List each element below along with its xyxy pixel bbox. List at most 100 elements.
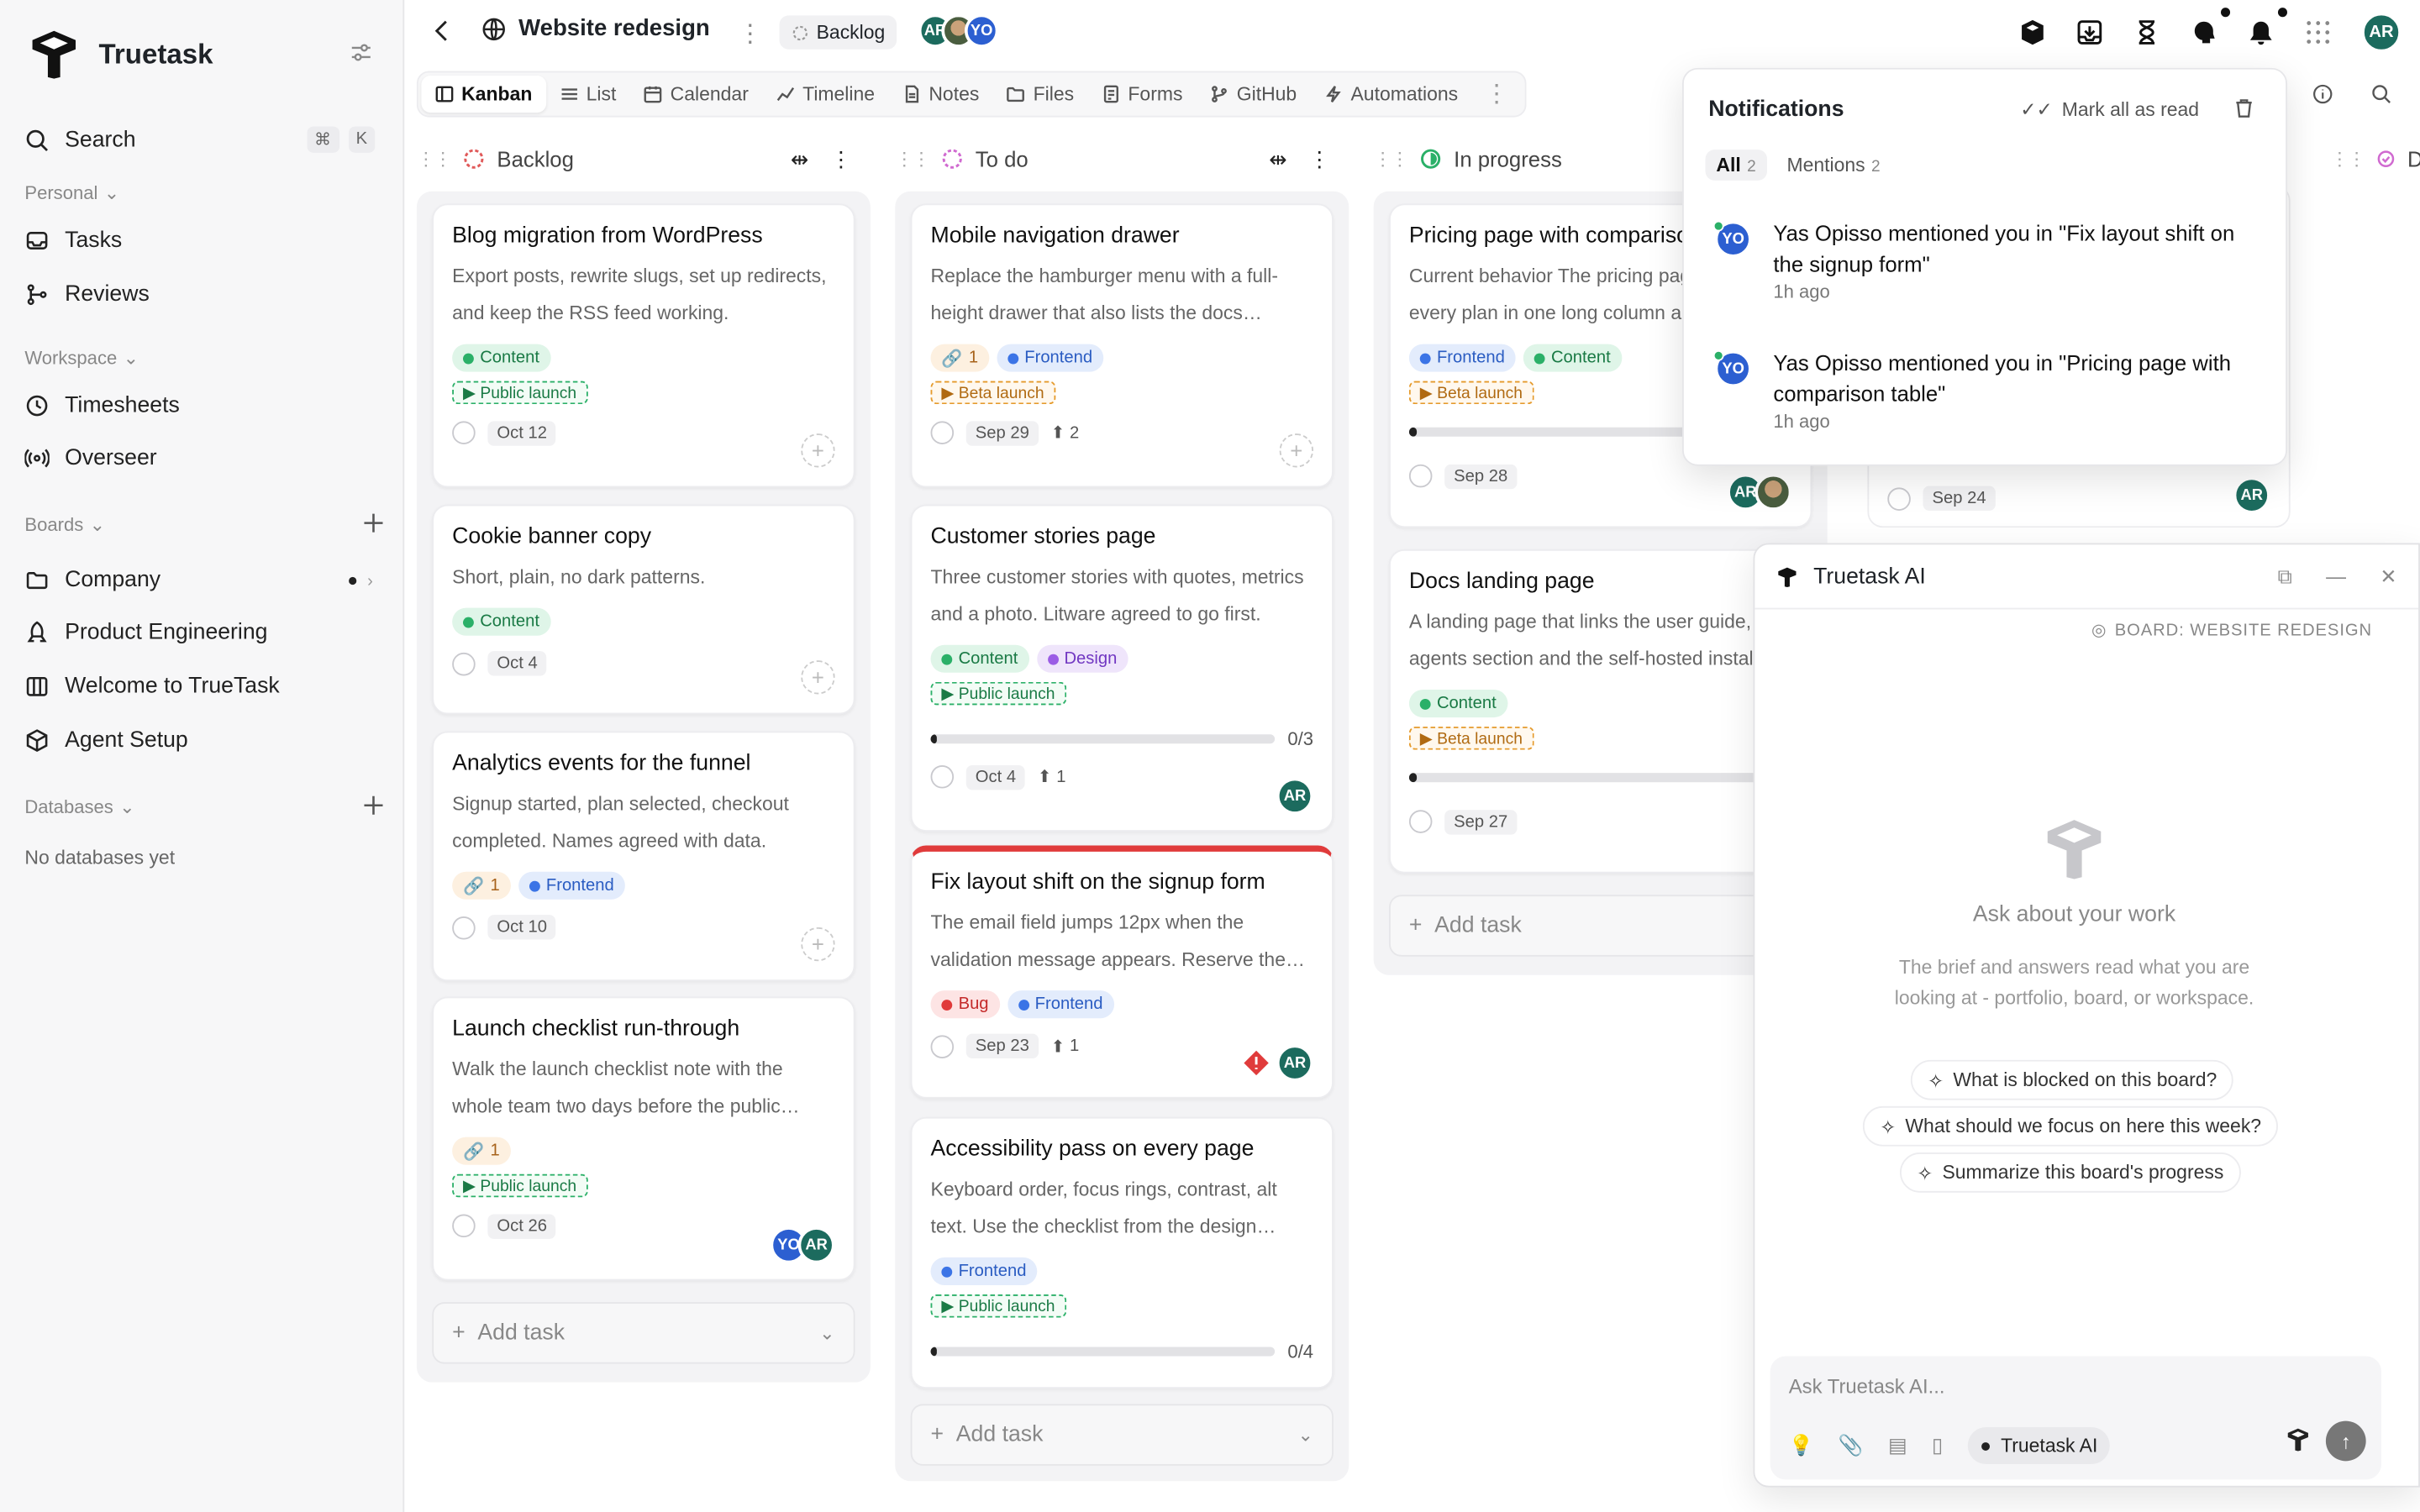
subtask-count[interactable]: ⬆ 2	[1051, 423, 1080, 443]
save-icon[interactable]: ▤	[1888, 1433, 1907, 1457]
add-assignee-icon[interactable]: +	[1279, 433, 1314, 468]
assignees[interactable]: AR	[1243, 1044, 1314, 1082]
status-circle[interactable]	[930, 421, 955, 444]
back-arrow-icon[interactable]	[434, 18, 449, 43]
search-icon[interactable]	[2370, 83, 2392, 105]
milestone-chip[interactable]: ▶ Public launch	[452, 1173, 587, 1198]
tag-chip[interactable]: Frontend	[997, 344, 1103, 372]
due-date[interactable]: Oct 26	[487, 1213, 556, 1238]
suggestion-chip[interactable]: ✧ Summarize this board's progress	[1899, 1152, 2241, 1193]
collapse-icon[interactable]: ⇹	[1269, 146, 1287, 172]
agent-head-icon[interactable]	[2190, 18, 2217, 46]
ai-input-placeholder[interactable]: Ask Truetask AI...	[1789, 1374, 1945, 1398]
due-date[interactable]: Sep 29	[965, 420, 1039, 445]
paperclip-icon[interactable]: 📎	[1839, 1433, 1864, 1457]
cube-icon[interactable]	[2018, 18, 2046, 46]
add-task-button[interactable]: + Add task	[1389, 895, 1812, 957]
assignees[interactable]: YO AR	[770, 1226, 835, 1264]
ai-input-box[interactable]: Ask Truetask AI... 💡 📎 ▤ ▯ ● Truetask AI …	[1770, 1356, 2382, 1480]
expand-icon[interactable]: ⧉	[2278, 564, 2292, 588]
subtask-count[interactable]: ⬆ 1	[1038, 767, 1066, 787]
tab-calendar[interactable]: Calendar	[630, 76, 762, 113]
tag-chip[interactable]: Bug	[930, 990, 1000, 1019]
column-header[interactable]: ⋮⋮ Backlog ⇹ ⋮	[417, 136, 871, 182]
link-count-chip[interactable]: 🔗 1	[452, 871, 511, 900]
tab-kanban[interactable]: Kanban	[421, 75, 546, 113]
sliders-icon[interactable]	[349, 40, 373, 65]
column-menu-icon[interactable]: ⋮	[830, 146, 852, 172]
suggestion-chip[interactable]: ✧ What should we focus on here this week?	[1862, 1105, 2279, 1147]
bell-icon[interactable]	[2247, 18, 2275, 46]
due-date[interactable]: Oct 4	[965, 764, 1026, 790]
task-card[interactable]: Customer stories page Three customer sto…	[910, 504, 1334, 832]
tabs-more-icon[interactable]: ⋮	[1472, 79, 1522, 110]
task-card[interactable]: Fix layout shift on the signup form The …	[910, 845, 1334, 1099]
link-count-chip[interactable]: 🔗 1	[930, 344, 990, 372]
due-date[interactable]: Sep 27	[1444, 809, 1518, 834]
tag-chip[interactable]: Content	[1408, 690, 1507, 718]
notification-item[interactable]: YO Yas Opisso mentioned you in "Pricing …	[1712, 347, 2255, 432]
status-circle[interactable]	[1408, 810, 1433, 833]
due-date[interactable]: Oct 10	[487, 915, 556, 940]
task-card[interactable]: Accessibility pass on every page Keyboar…	[910, 1116, 1334, 1389]
link-count-chip[interactable]: 🔗 1	[452, 1137, 511, 1165]
assignees[interactable]: AR	[2233, 476, 2270, 514]
tab-automations[interactable]: Automations	[1311, 76, 1472, 113]
sidebar-item-tasks[interactable]: Tasks	[24, 223, 122, 257]
subtask-count[interactable]: ⬆ 1	[1051, 1036, 1080, 1056]
sidebar-item-company[interactable]: Company	[24, 563, 160, 596]
status-circle[interactable]	[452, 652, 476, 675]
drag-handle-icon[interactable]: ⋮⋮	[2330, 148, 2365, 170]
tag-chip[interactable]: Frontend	[518, 871, 625, 900]
status-circle[interactable]	[452, 421, 476, 444]
due-date[interactable]: Oct 4	[487, 651, 547, 676]
milestone-chip[interactable]: ▶ Beta launch	[1408, 381, 1534, 405]
column-menu-icon[interactable]: ⋮	[1309, 146, 1331, 172]
task-card[interactable]: Blog migration from WordPress Export pos…	[432, 203, 855, 488]
task-card[interactable]: Cookie banner copy Short, plain, no dark…	[432, 504, 855, 715]
tab-timeline[interactable]: Timeline	[762, 76, 888, 113]
add-database-icon[interactable]	[358, 790, 389, 821]
project-title[interactable]: Website redesign	[481, 15, 710, 42]
status-circle[interactable]	[452, 1214, 476, 1238]
due-date[interactable]: Sep 23	[965, 1033, 1039, 1058]
project-members[interactable]: AR YO	[918, 13, 999, 48]
due-date[interactable]: Sep 24	[1923, 486, 1996, 511]
add-task-button[interactable]: + Add task ⌄	[910, 1404, 1334, 1466]
milestone-chip[interactable]: ▶ Public launch	[930, 681, 1066, 706]
status-pill[interactable]: Backlog	[779, 15, 898, 50]
user-avatar[interactable]: AR	[2361, 12, 2402, 53]
close-icon[interactable]: ✕	[2380, 564, 2396, 588]
sidebar-item-timesheets[interactable]: Timesheets	[24, 389, 180, 423]
status-circle[interactable]	[1408, 464, 1433, 488]
assignees[interactable]: AR	[1276, 777, 1314, 815]
tab-list[interactable]: List	[546, 76, 630, 113]
milestone-chip[interactable]: ▶ Public launch	[452, 381, 587, 405]
brand[interactable]: Truetask	[28, 28, 213, 80]
sidebar-item-reviews[interactable]: Reviews	[24, 278, 150, 312]
info-icon[interactable]	[2312, 83, 2333, 105]
apps-grid-icon[interactable]	[2304, 18, 2332, 46]
tab-github[interactable]: GitHub	[1197, 76, 1311, 113]
tag-chip[interactable]: Design	[1036, 644, 1128, 673]
milestone-chip[interactable]: ▶ Public launch	[930, 1294, 1066, 1318]
milestone-chip[interactable]: ▶ Beta launch	[930, 381, 1055, 405]
tab-all[interactable]: All 2	[1705, 150, 1767, 181]
tag-chip[interactable]: Content	[1523, 344, 1622, 372]
tag-chip[interactable]: Frontend	[930, 1257, 1038, 1285]
status-circle[interactable]	[930, 1034, 955, 1058]
sidebar-item-overseer[interactable]: Overseer	[24, 441, 157, 475]
model-selector[interactable]: ● Truetask AI	[1967, 1426, 2111, 1465]
inbox-download-icon[interactable]	[2075, 18, 2103, 46]
clipboard-icon[interactable]: ▯	[1932, 1433, 1943, 1457]
column-header[interactable]: ⋮⋮ D	[2330, 136, 2420, 182]
due-date[interactable]: Oct 12	[487, 420, 556, 445]
status-circle[interactable]	[452, 916, 476, 939]
add-board-icon[interactable]	[358, 507, 389, 538]
milestone-chip[interactable]: ▶ Beta launch	[1408, 727, 1534, 750]
mark-all-read-button[interactable]: ✓✓ Mark all as read	[2020, 97, 2199, 121]
chevron-right-icon[interactable]: ›	[367, 572, 373, 591]
add-assignee-icon[interactable]: +	[801, 927, 835, 962]
column-header[interactable]: ⋮⋮ To do ⇹ ⋮	[895, 136, 1349, 182]
tag-chip[interactable]: Content	[452, 344, 550, 372]
